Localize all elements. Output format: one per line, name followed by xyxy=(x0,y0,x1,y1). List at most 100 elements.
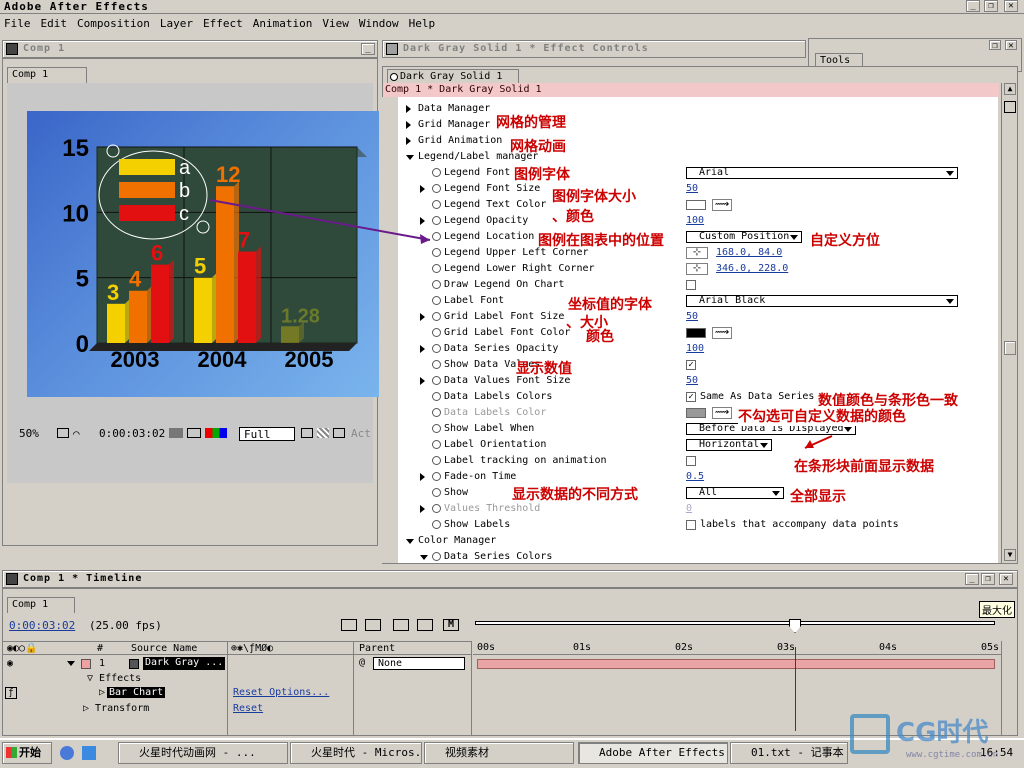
twirl-icon[interactable] xyxy=(406,137,411,145)
stopwatch-icon[interactable] xyxy=(432,472,441,481)
stopwatch-icon[interactable] xyxy=(432,344,441,353)
twirl-icon[interactable] xyxy=(406,121,411,129)
scroll-up-button[interactable]: ▲ xyxy=(1004,83,1016,95)
stopwatch-icon[interactable] xyxy=(432,296,441,305)
effect-value[interactable]: 50 xyxy=(686,181,698,197)
effect-value[interactable]: 0 xyxy=(686,501,692,517)
twirl-icon[interactable] xyxy=(420,555,428,560)
color-swatch[interactable] xyxy=(686,200,706,210)
effect-row-values-threshold[interactable]: Values Threshold 0 xyxy=(384,501,1000,517)
safe-zones-icon[interactable] xyxy=(57,428,69,438)
transform-group[interactable]: ▷ Transform xyxy=(83,703,149,714)
twirl-icon[interactable] xyxy=(420,345,425,353)
menu-view[interactable]: View xyxy=(318,15,355,30)
effect-row-legend-label-manager[interactable]: Legend/Label manager xyxy=(384,149,1000,165)
scroll-thumb[interactable] xyxy=(1004,341,1016,355)
layer-row[interactable]: ◉ 1 Dark Gray ... @ None xyxy=(3,657,471,671)
comp-minimize-button[interactable]: _ xyxy=(361,43,375,55)
effect-dropdown[interactable]: Horizontal xyxy=(686,439,772,451)
stopwatch-icon[interactable] xyxy=(432,216,441,225)
effect-row-legend-upper-left-corner[interactable]: Legend Upper Left Corner ⊹ 168.0, 84.0 xyxy=(384,245,1000,261)
taskbar-item-1[interactable]: 火星时代动画网 - ... xyxy=(118,742,288,764)
menu-window[interactable]: Window xyxy=(355,15,405,30)
timeline-minimize-button[interactable]: _ xyxy=(965,573,979,585)
effect-row-show-label-when[interactable]: Show Label When Before Data Is Displayed xyxy=(384,421,1000,437)
twirl-icon[interactable] xyxy=(406,539,414,544)
ie-quicklaunch-icon[interactable] xyxy=(60,746,74,760)
menu-layer[interactable]: Layer xyxy=(156,15,199,30)
timeline-close-button[interactable]: ✕ xyxy=(999,573,1013,585)
mask-icon[interactable]: ⌒ xyxy=(73,427,80,440)
restore-button[interactable]: ❐ xyxy=(984,0,998,12)
effect-value[interactable]: 100 xyxy=(686,213,704,229)
effect-row-draw-legend-on-chart[interactable]: Draw Legend On Chart xyxy=(384,277,1000,293)
stopwatch-icon[interactable] xyxy=(432,552,441,561)
effect-row-legend-location[interactable]: Legend Location Custom Position xyxy=(384,229,1000,245)
live-update-icon[interactable] xyxy=(365,619,381,631)
effect-bar-chart[interactable]: Bar Chart xyxy=(107,687,166,698)
menu-file[interactable]: File xyxy=(0,15,37,30)
stopwatch-icon[interactable] xyxy=(432,456,441,465)
scroll-down-button[interactable]: ▼ xyxy=(1004,549,1016,561)
effect-row-grid-label-font-size[interactable]: Grid Label Font Size 50 xyxy=(384,309,1000,325)
effect-row-color-manager[interactable]: Color Manager xyxy=(384,533,1000,549)
effect-row-grid-manager[interactable]: Grid Manager xyxy=(384,117,1000,133)
effect-row-label-orientation[interactable]: Label Orientation Horizontal xyxy=(384,437,1000,453)
taskbar-item-3[interactable]: 视频素材 xyxy=(424,742,574,764)
snapshot-icon[interactable] xyxy=(169,428,183,438)
minimize-button[interactable]: _ xyxy=(966,0,980,12)
effect-value[interactable]: 0.5 xyxy=(686,469,704,485)
twirl-icon[interactable] xyxy=(420,473,425,481)
twirl-icon[interactable] xyxy=(420,377,425,385)
stopwatch-icon[interactable] xyxy=(432,280,441,289)
playhead-handle[interactable] xyxy=(789,619,801,633)
taskbar-item-5[interactable]: 01.txt - 记事本 xyxy=(730,742,848,764)
tab-comp1[interactable]: Comp 1 xyxy=(7,67,87,83)
zoom-level[interactable]: 50% xyxy=(19,427,39,440)
stopwatch-icon[interactable] xyxy=(432,392,441,401)
effect-twirl-icon[interactable]: ▷ xyxy=(99,687,105,698)
layer-twirl-icon[interactable] xyxy=(67,661,75,666)
effect-checkbox[interactable] xyxy=(686,456,696,466)
column-source-name[interactable]: Source Name xyxy=(131,643,197,654)
tools-restore-button[interactable]: ❐ xyxy=(989,40,1001,51)
effect-row-data-series-colors[interactable]: Data Series Colors xyxy=(384,549,1000,565)
eye-icon[interactable]: ◉ xyxy=(7,658,13,669)
parent-pickwhip-icon[interactable]: @ xyxy=(359,657,365,668)
effect-scrollbar[interactable]: ▲ ▼ xyxy=(1001,83,1017,563)
effect-dropdown[interactable]: Arial xyxy=(686,167,958,179)
tab-timeline-comp1[interactable]: Comp 1 xyxy=(7,597,75,613)
stopwatch-icon[interactable] xyxy=(432,328,441,337)
stopwatch-icon[interactable] xyxy=(432,376,441,385)
work-area-bar[interactable] xyxy=(475,617,995,629)
column-parent[interactable]: Parent xyxy=(359,643,395,654)
menu-composition[interactable]: Composition xyxy=(73,15,156,30)
effect-row-legend-font[interactable]: Legend Font Arial xyxy=(384,165,1000,181)
eyedropper-icon[interactable]: ⟿ xyxy=(712,199,732,211)
effect-checkbox[interactable] xyxy=(686,520,696,530)
stopwatch-icon[interactable] xyxy=(432,520,441,529)
stopwatch-icon[interactable] xyxy=(432,360,441,369)
close-button[interactable]: ✕ xyxy=(1004,0,1018,12)
twirl-icon[interactable] xyxy=(420,185,425,193)
draft-3d-icon[interactable] xyxy=(393,619,409,631)
effect-row-grid-label-font-color[interactable]: Grid Label Font Color ⟿ xyxy=(384,325,1000,341)
panel-menu-icon[interactable] xyxy=(1004,101,1016,113)
channels-icon[interactable] xyxy=(205,428,227,438)
effect-row-legend-text-color[interactable]: Legend Text Color ⟿ xyxy=(384,197,1000,213)
stopwatch-icon[interactable] xyxy=(432,424,441,433)
layer-label-color[interactable] xyxy=(81,659,91,669)
frame-blending-icon[interactable] xyxy=(417,619,433,631)
show-snapshot-icon[interactable] xyxy=(187,428,201,438)
reset-link[interactable]: Reset xyxy=(233,703,263,714)
effect-row-show[interactable]: Show All xyxy=(384,485,1000,501)
transparency-grid-icon[interactable] xyxy=(317,428,329,438)
effect-row-grid-animation[interactable]: Grid Animation xyxy=(384,133,1000,149)
point-control-icon[interactable]: ⊹ xyxy=(686,247,708,259)
eyedropper-icon[interactable]: ⟿ xyxy=(712,407,732,419)
effect-value[interactable]: 168.0, 84.0 xyxy=(716,245,782,261)
start-button[interactable]: 开始 xyxy=(2,742,52,764)
stopwatch-icon[interactable] xyxy=(432,248,441,257)
timeline-restore-button[interactable]: ❐ xyxy=(981,573,995,585)
stopwatch-icon[interactable] xyxy=(432,504,441,513)
